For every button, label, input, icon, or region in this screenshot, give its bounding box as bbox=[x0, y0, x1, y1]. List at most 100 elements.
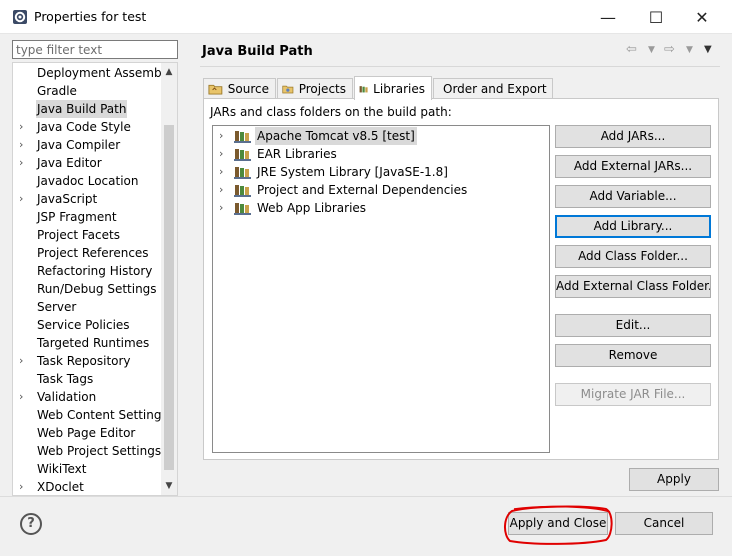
back-dropdown-icon[interactable]: ▼ bbox=[648, 45, 655, 55]
scroll-thumb[interactable] bbox=[164, 125, 174, 470]
library-label: EAR Libraries bbox=[257, 147, 337, 161]
chevron-right-icon[interactable]: › bbox=[19, 154, 29, 172]
nav-item[interactable]: Server bbox=[13, 298, 163, 316]
tab-label: Projects bbox=[298, 82, 346, 96]
scroll-up-icon[interactable]: ▲ bbox=[161, 64, 177, 80]
nav-item-label: Deployment Assembly bbox=[37, 66, 173, 80]
library-icon bbox=[234, 131, 251, 143]
nav-item[interactable]: Project Facets bbox=[13, 226, 163, 244]
library-label: Project and External Dependencies bbox=[257, 183, 468, 197]
cancel-button[interactable]: Cancel bbox=[615, 512, 713, 535]
library-item[interactable]: › JRE System Library [JavaSE-1.8] bbox=[213, 163, 543, 181]
maximize-button[interactable]: ☐ bbox=[634, 5, 678, 29]
nav-item[interactable]: JSP Fragment bbox=[13, 208, 163, 226]
chevron-right-icon[interactable]: › bbox=[19, 118, 29, 136]
nav-item[interactable]: Gradle bbox=[13, 82, 163, 100]
nav-item-label: Gradle bbox=[37, 84, 77, 98]
remove-button[interactable]: Remove bbox=[555, 344, 711, 367]
nav-item[interactable]: Refactoring History bbox=[13, 262, 163, 280]
apply-button[interactable]: Apply bbox=[629, 468, 719, 491]
bottom-divider bbox=[0, 496, 732, 497]
help-icon[interactable]: ? bbox=[20, 513, 42, 535]
add-library-button[interactable]: Add Library... bbox=[555, 215, 711, 238]
chevron-right-icon[interactable]: › bbox=[19, 190, 29, 208]
library-label: Apache Tomcat v8.5 [test] bbox=[255, 127, 417, 145]
tab-label: Source bbox=[227, 82, 269, 96]
library-tree[interactable]: › Apache Tomcat v8.5 [test] › EAR Libraries… bbox=[212, 125, 550, 453]
chevron-right-icon[interactable]: › bbox=[219, 199, 223, 217]
nav-item[interactable]: › Java Editor bbox=[13, 154, 163, 172]
header-divider bbox=[200, 66, 720, 67]
scroll-down-icon[interactable]: ▼ bbox=[161, 478, 177, 494]
forward-dropdown-icon[interactable]: ▼ bbox=[686, 45, 693, 55]
history-navigation: ⇦ ▼ ⇨ ▼ ▼ bbox=[622, 42, 718, 60]
back-arrow-icon[interactable]: ⇦ bbox=[626, 42, 637, 57]
nav-item[interactable]: Run/Debug Settings bbox=[13, 280, 163, 298]
library-icon bbox=[234, 185, 251, 197]
library-icon bbox=[234, 167, 251, 179]
nav-item[interactable]: › Task Repository bbox=[13, 352, 163, 370]
nav-item-label: Java Compiler bbox=[37, 138, 121, 152]
filter-input[interactable] bbox=[12, 40, 178, 59]
nav-item[interactable]: Web Content Settings bbox=[13, 406, 168, 424]
close-button[interactable]: ✕ bbox=[680, 5, 724, 29]
tab-label: Libraries bbox=[373, 81, 425, 96]
panel-sash[interactable] bbox=[188, 40, 189, 496]
nav-item-label: Run/Debug Settings bbox=[37, 282, 157, 296]
minimize-button[interactable]: — bbox=[586, 5, 630, 29]
tab-label: Order and Export bbox=[443, 82, 547, 96]
library-icon bbox=[234, 149, 251, 161]
nav-item[interactable]: Service Policies bbox=[13, 316, 163, 334]
chevron-right-icon[interactable]: › bbox=[219, 181, 223, 199]
tab-libraries[interactable]: Libraries bbox=[354, 76, 432, 100]
nav-item[interactable]: Targeted Runtimes bbox=[13, 334, 163, 352]
nav-item-label: Task Repository bbox=[37, 354, 131, 368]
nav-item[interactable]: Task Tags bbox=[13, 370, 163, 388]
nav-item-label: Web Page Editor bbox=[37, 426, 136, 440]
nav-scrollbar[interactable]: ▲ ▼ bbox=[161, 63, 177, 495]
window-title: Properties for test bbox=[34, 9, 147, 24]
nav-item[interactable]: Deployment Assembly bbox=[13, 64, 172, 82]
nav-item[interactable]: Project References bbox=[13, 244, 163, 262]
nav-item-label: Java Build Path bbox=[36, 100, 128, 118]
chevron-right-icon[interactable]: › bbox=[19, 352, 29, 370]
tab-projects[interactable]: Projects bbox=[277, 78, 353, 99]
nav-item[interactable]: › JavaScript bbox=[13, 190, 163, 208]
view-menu-icon[interactable]: ▼ bbox=[704, 44, 712, 55]
migrate-jar-button[interactable]: Migrate JAR File... bbox=[555, 383, 711, 406]
nav-item[interactable]: › XDoclet bbox=[13, 478, 163, 495]
chevron-right-icon[interactable]: › bbox=[219, 145, 223, 163]
chevron-right-icon[interactable]: › bbox=[19, 478, 29, 495]
build-path-label: JARs and class folders on the build path… bbox=[210, 105, 452, 119]
chevron-right-icon[interactable]: › bbox=[19, 136, 29, 154]
nav-item[interactable]: › Java Code Style bbox=[13, 118, 163, 136]
property-page-tree[interactable]: Deployment Assembly Gradle Java Build Path… bbox=[12, 62, 178, 496]
add-jars-button[interactable]: Add JARs... bbox=[555, 125, 711, 148]
chevron-right-icon[interactable]: › bbox=[19, 388, 29, 406]
nav-item-label: Targeted Runtimes bbox=[37, 336, 150, 350]
add-class-folder-button[interactable]: Add Class Folder... bbox=[555, 245, 711, 268]
nav-item-label: WikiText bbox=[37, 462, 87, 476]
add-external-jars-button[interactable]: Add External JARs... bbox=[555, 155, 711, 178]
nav-item[interactable]: Java Build Path bbox=[13, 100, 163, 118]
add-variable-button[interactable]: Add Variable... bbox=[555, 185, 711, 208]
nav-item-label: Web Content Settings bbox=[37, 408, 168, 422]
chevron-right-icon[interactable]: › bbox=[219, 163, 223, 181]
tab-order-and-export[interactable]: Order and Export bbox=[433, 78, 553, 99]
edit-button[interactable]: Edit... bbox=[555, 314, 711, 337]
tab-source[interactable]: Source bbox=[203, 78, 276, 99]
forward-arrow-icon[interactable]: ⇨ bbox=[664, 42, 675, 57]
add-external-class-folder-button[interactable]: Add External Class Folder... bbox=[555, 275, 711, 298]
library-item[interactable]: › Project and External Dependencies bbox=[213, 181, 543, 199]
library-item[interactable]: › Apache Tomcat v8.5 [test] bbox=[213, 127, 543, 145]
nav-item[interactable]: Javadoc Location bbox=[13, 172, 163, 190]
page-title: Java Build Path bbox=[202, 44, 313, 59]
library-item[interactable]: › Web App Libraries bbox=[213, 199, 543, 217]
nav-item[interactable]: Web Project Settings bbox=[13, 442, 163, 460]
chevron-right-icon[interactable]: › bbox=[219, 127, 223, 145]
nav-item[interactable]: › Java Compiler bbox=[13, 136, 163, 154]
nav-item[interactable]: Web Page Editor bbox=[13, 424, 163, 442]
nav-item[interactable]: WikiText bbox=[13, 460, 163, 478]
nav-item[interactable]: › Validation bbox=[13, 388, 163, 406]
library-item[interactable]: › EAR Libraries bbox=[213, 145, 543, 163]
